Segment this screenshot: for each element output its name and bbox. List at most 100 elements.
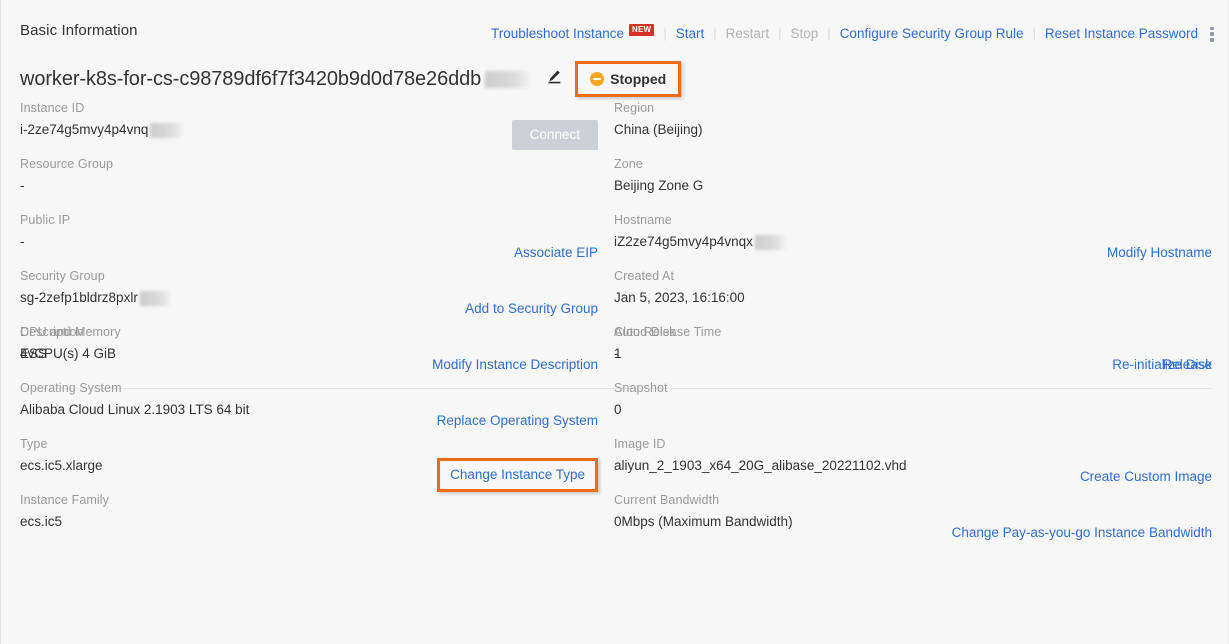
more-vertical-icon[interactable] — [1210, 26, 1214, 42]
field-label: Public IP — [20, 213, 71, 227]
action-separator-5: | — [1032, 26, 1036, 41]
field-value: ecs.ic5 — [20, 512, 598, 532]
action-separator-1: | — [663, 26, 667, 41]
action-separator-4: | — [827, 26, 831, 41]
field-public-ip: Public IP - Associate EIP — [20, 212, 598, 268]
field-label: Snapshot — [614, 381, 668, 395]
field-instance-family: Instance Family ecs.ic5 — [20, 492, 598, 548]
minus-circle-icon — [590, 72, 605, 86]
field-value: China (Beijing) — [614, 120, 1212, 140]
create-custom-image-link[interactable]: Create Custom Image — [1080, 469, 1212, 484]
connect-button: Connect — [511, 120, 598, 150]
panel-header: Basic Information Troubleshoot Instance … — [1, 0, 1228, 52]
pencil-icon[interactable] — [547, 69, 562, 89]
field-created-at: Created At Jan 5, 2023, 16:16:00 — [614, 268, 1212, 324]
field-label: Created At — [614, 269, 675, 283]
instance-name: worker-k8s-for-cs-c98789df6f7f3420b9d0d7… — [20, 68, 482, 90]
field-action: Replace Operating System — [437, 412, 598, 430]
instance-name-row: worker-k8s-for-cs-c98789df6f7f3420b9d0d7… — [20, 61, 682, 97]
field-value-text: - — [20, 234, 25, 249]
field-cloud-disk: Cloud Disk 1 Re-initialize Disk — [614, 324, 1212, 380]
field-instance-id: Instance ID i-2ze74g5mvy4p4vnq Connect — [20, 100, 598, 156]
section2-right-column: Cloud Disk 1 Re-initialize Disk Snapshot… — [614, 324, 1212, 548]
change-instance-type-highlight: Change Instance Type — [437, 458, 598, 492]
field-action: Modify Hostname — [1107, 244, 1212, 262]
start-instance-link[interactable]: Start — [676, 25, 705, 43]
field-value: Jan 5, 2023, 16:16:00 — [614, 288, 1212, 308]
field-value-text: Jan 5, 2023, 16:16:00 — [614, 290, 745, 305]
redacted-block — [150, 122, 183, 138]
instance-detail-panel: Basic Information Troubleshoot Instance … — [0, 0, 1229, 644]
field-label: Zone — [614, 157, 643, 171]
add-to-security-group-link[interactable]: Add to Security Group — [465, 301, 598, 316]
field-value-text: 1 — [614, 346, 622, 361]
field-value-text: 4vCPU(s) 4 GiB — [20, 346, 117, 361]
field-value-text: 0Mbps (Maximum Bandwidth) — [614, 514, 793, 529]
section2-left-column: CPU and Memory 4vCPU(s) 4 GiB Operating … — [20, 324, 598, 548]
action-separator-2: | — [713, 26, 717, 41]
field-hostname: Hostname iZ2ze74g5mvy4p4vnqx Modify Host… — [614, 212, 1212, 268]
field-action: Add to Security Group — [465, 300, 598, 318]
field-action: Associate EIP — [514, 244, 598, 262]
status-badge: Stopped — [610, 71, 667, 87]
field-label: Operating System — [20, 381, 122, 395]
field-value-text: sg-2zefp1bldrz8pxlr — [20, 290, 138, 305]
field-image-id: Image ID aliyun_2_1903_x64_20G_alibase_2… — [614, 436, 1212, 492]
field-label: Cloud Disk — [614, 325, 676, 339]
field-value: 0 — [614, 400, 1212, 420]
field-value-text: - — [20, 178, 25, 193]
reset-instance-password-link[interactable]: Reset Instance Password — [1045, 25, 1198, 43]
field-value-text: 0 — [614, 402, 622, 417]
field-label: Current Bandwidth — [614, 493, 720, 507]
field-snapshot: Snapshot 0 — [614, 380, 1212, 436]
change-instance-type-link[interactable]: Change Instance Type — [450, 467, 585, 482]
redacted-block — [754, 234, 785, 250]
field-value: 4vCPU(s) 4 GiB — [20, 344, 598, 364]
replace-operating-system-link[interactable]: Replace Operating System — [437, 413, 598, 428]
change-bandwidth-link[interactable]: Change Pay-as-you-go Instance Bandwidth — [952, 525, 1212, 540]
field-cpu-and-memory: CPU and Memory 4vCPU(s) 4 GiB — [20, 324, 598, 380]
field-action: Create Custom Image — [1080, 468, 1212, 486]
action-separator-3: | — [778, 26, 782, 41]
field-value-text: China (Beijing) — [614, 122, 703, 137]
configure-security-group-rule-link[interactable]: Configure Security Group Rule — [840, 25, 1024, 43]
field-value-text: ecs.ic5.xlarge — [20, 458, 103, 473]
field-label: Image ID — [614, 437, 666, 451]
field-zone: Zone Beijing Zone G — [614, 156, 1212, 212]
page-title: Basic Information — [20, 22, 138, 39]
header-action-bar: Troubleshoot Instance NEW | Start | Rest… — [491, 24, 1214, 43]
field-resource-group: Resource Group - — [20, 156, 598, 212]
new-badge: NEW — [629, 24, 655, 36]
field-label: Security Group — [20, 269, 105, 283]
field-label: Type — [20, 437, 48, 451]
field-label: Resource Group — [20, 157, 114, 171]
redacted-block — [139, 290, 170, 306]
restart-instance-link: Restart — [725, 26, 770, 41]
status-badge-highlight: Stopped — [575, 61, 682, 97]
field-label: Instance Family — [20, 493, 110, 507]
field-current-bandwidth: Current Bandwidth 0Mbps (Maximum Bandwid… — [614, 492, 1212, 548]
field-value-text: aliyun_2_1903_x64_20G_alibase_20221102.v… — [614, 458, 907, 473]
field-action: Re-initialize Disk — [1112, 356, 1212, 374]
field-label: Hostname — [614, 213, 672, 227]
troubleshoot-instance-link[interactable]: Troubleshoot Instance — [491, 25, 624, 43]
field-value-text: ecs.ic5 — [20, 514, 63, 529]
stop-instance-link: Stop — [790, 26, 819, 41]
field-region: Region China (Beijing) — [614, 100, 1212, 156]
modify-hostname-link[interactable]: Modify Hostname — [1107, 245, 1212, 260]
field-value-text: Beijing Zone G — [614, 178, 704, 193]
field-value: - — [20, 176, 598, 196]
field-value: Beijing Zone G — [614, 176, 1212, 196]
troubleshoot-instance-label: Troubleshoot Instance — [490, 26, 625, 41]
field-label: Region — [614, 101, 655, 115]
re-initialize-disk-link[interactable]: Re-initialize Disk — [1112, 357, 1212, 372]
field-type: Type ecs.ic5.xlarge Change Instance Type — [20, 436, 598, 492]
field-value-text: i-2ze74g5mvy4p4vnq — [20, 122, 149, 137]
field-operating-system: Operating System Alibaba Cloud Linux 2.1… — [20, 380, 598, 436]
field-action: Connect — [511, 120, 598, 150]
field-value-text: Alibaba Cloud Linux 2.1903 LTS 64 bit — [20, 402, 250, 417]
field-label: Instance ID — [20, 101, 85, 115]
field-value: - — [20, 232, 598, 252]
field-security-group: Security Group sg-2zefp1bldrz8pxlr Add t… — [20, 268, 598, 324]
associate-eip-link[interactable]: Associate EIP — [514, 245, 598, 260]
